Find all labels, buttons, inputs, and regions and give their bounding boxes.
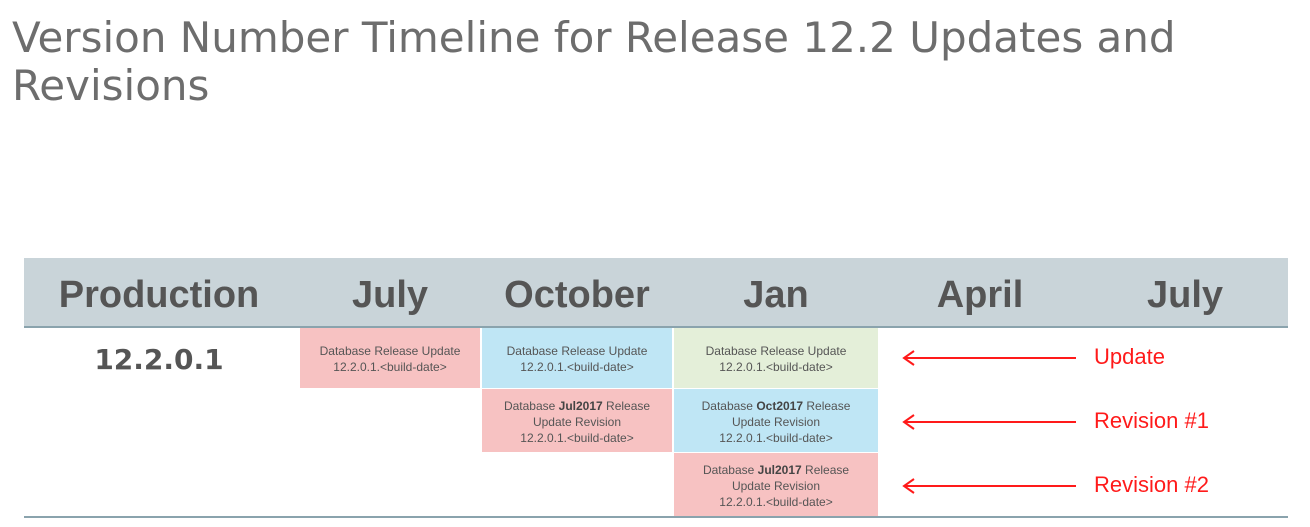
arrow-left-icon <box>902 414 1076 430</box>
column-header-jan: Jan <box>743 274 809 316</box>
arrow-left-icon <box>902 350 1076 366</box>
cell-line: 12.2.0.1.<build-date> <box>520 360 634 374</box>
cell-text: Release <box>803 398 851 413</box>
cell-text: Database <box>702 462 758 477</box>
cell-jan-revision-2: Database Jul2017 Release Update Revision… <box>674 453 878 516</box>
cell-bold-text: Jul2017 <box>757 462 802 477</box>
cell-line: Database Release Update <box>319 344 461 358</box>
cell-october-revision-1: Database Jul2017 Release Update Revision… <box>482 389 672 452</box>
cell-line: Update Revision <box>532 414 622 429</box>
column-header-july-2: July <box>1146 274 1224 316</box>
cell-jan-update: Database Release Update 12.2.0.1.<build-… <box>674 328 878 388</box>
cell-line: 12.2.0.1.<build-date> <box>333 360 447 374</box>
cell-line: Update Revision <box>731 478 821 493</box>
cell-line: Database Oct2017 Release <box>674 398 878 414</box>
label-revision-2: Revision #2 <box>1094 472 1209 497</box>
cell-jan-revision-1: Database Oct2017 Release Update Revision… <box>674 389 878 452</box>
cell-bold-text: Oct2017 <box>756 398 804 413</box>
cell-october-update: Database Release Update 12.2.0.1.<build-… <box>482 328 672 388</box>
cell-line: 12.2.0.1.<build-date> <box>719 360 833 374</box>
arrow-left-icon <box>902 478 1076 494</box>
production-version: 12.2.0.1 <box>94 343 224 376</box>
cell-july-update: Database Release Update 12.2.0.1.<build-… <box>300 328 480 388</box>
cell-text: Database <box>503 398 559 413</box>
cell-line: 12.2.0.1.<build-date> <box>719 430 833 445</box>
cell-line: Update Revision <box>731 414 821 429</box>
label-update: Update <box>1094 344 1165 369</box>
cell-line: 12.2.0.1.<build-date> <box>520 430 634 445</box>
cell-text: Database <box>701 398 757 413</box>
column-header-october: October <box>504 274 650 316</box>
page-title: Version Number Timeline for Release 12.2… <box>12 13 1176 110</box>
cell-line: Database Release Update <box>506 344 648 358</box>
cell-bold-text: Jul2017 <box>558 398 603 413</box>
bottom-divider <box>24 516 1288 518</box>
column-header-production: Production <box>58 274 260 316</box>
column-header-july: July <box>351 274 429 316</box>
cell-text: Release <box>801 462 850 477</box>
cell-text: Release <box>602 398 651 413</box>
cell-line: 12.2.0.1.<build-date> <box>719 494 833 509</box>
cell-line: Database Jul2017 Release <box>674 462 878 478</box>
cell-line: Database Release Update <box>705 344 847 358</box>
cell-line: Database Jul2017 Release <box>482 398 672 414</box>
label-revision-1: Revision #1 <box>1094 408 1209 433</box>
column-header-april: April <box>936 274 1024 316</box>
